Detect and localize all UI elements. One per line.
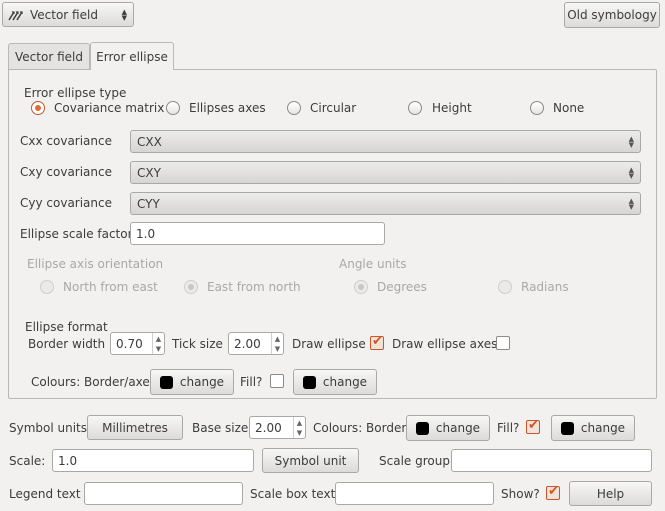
radio-north-from-east[interactable] [40,280,54,294]
cxx-covariance-value: CXX [137,134,162,149]
tab-error-ellipse[interactable]: Error ellipse [90,42,174,70]
ellipse-scale-factor-label: Ellipse scale factor [20,227,133,241]
change-label: change [435,421,481,435]
old-symbology-button[interactable]: Old symbology [564,2,660,28]
show-checkbox[interactable] [546,484,560,500]
border-colour-button[interactable]: change [406,415,490,441]
radio-none-label: None [553,101,585,115]
tick-size-value: 2.00 [234,336,261,351]
legend-text-label: Legend text [9,487,81,501]
fill-colour-button[interactable]: change [293,369,377,395]
radio-circular-label: Circular [310,101,357,115]
symbol-unit-button[interactable]: Symbol unit [262,448,359,473]
cxy-covariance-select[interactable]: CXY ▲ ▼ [130,161,641,184]
cxy-covariance-label: Cxy covariance [20,165,112,179]
ellipse-fill-checkbox[interactable] [270,374,284,388]
radio-radians[interactable] [498,280,512,294]
combo-arrows-icon: ▲ ▼ [628,165,634,180]
symbol-fill-checkbox[interactable] [526,418,540,434]
change-label: change [179,375,225,389]
base-size-spinbox[interactable]: 2.00 ▲ ▼ [249,416,306,439]
scale-group-input[interactable] [451,449,652,472]
radio-east-from-north-label: East from north [207,280,301,294]
tab-error-ellipse-label: Error ellipse [96,49,168,64]
show-label: Show? [501,487,540,501]
combo-arrows-icon: ▲ ▼ [628,196,634,211]
spin-arrows-icon[interactable]: ▲ ▼ [293,417,305,438]
draw-ellipse-axes-checkbox[interactable] [496,336,510,350]
spin-arrows-icon[interactable]: ▲ ▼ [271,333,283,354]
scale-box-text-label: Scale box text [250,487,336,501]
fill-label: Fill? [240,375,263,389]
border-width-spinbox[interactable]: 0.70 ▲ ▼ [110,332,165,355]
cyy-covariance-select[interactable]: CYY ▲ ▼ [130,192,641,215]
renderer-select-value: Vector field [30,7,98,22]
millimetres-button[interactable]: Millimetres [87,415,183,440]
radio-degrees[interactable] [354,280,368,294]
spin-arrows-icon[interactable]: ▲ ▼ [152,333,164,354]
tick-size-spinbox[interactable]: 2.00 ▲ ▼ [228,332,284,355]
cxy-covariance-value: CXY [137,165,161,180]
draw-ellipse-axes-label: Draw ellipse axes [392,337,498,351]
scale-box-text-input[interactable] [335,482,494,505]
symbol-fill-colour-button[interactable]: change [551,415,635,441]
border-axes-colour-button[interactable]: change [150,369,234,395]
scale-value: 1.0 [58,453,78,468]
radio-covariance-matrix[interactable] [31,101,45,115]
colours-border-label: Colours: Border [313,421,407,435]
cxx-covariance-label: Cxx covariance [20,134,112,148]
scale-group-label: Scale group [379,454,450,468]
draw-ellipse-label: Draw ellipse [292,337,366,351]
radio-none[interactable] [530,101,544,115]
ellipse-axis-orientation-heading: Ellipse axis orientation [27,257,164,271]
tick-size-label: Tick size [172,337,223,351]
combo-arrows-icon: ▲ ▼ [628,134,634,149]
symbol-units-label: Symbol units [9,421,88,435]
border-width-value: 0.70 [116,336,143,351]
tab-vector-field-label: Vector field [15,50,83,64]
radio-radians-label: Radians [521,280,569,294]
colour-swatch [159,375,173,389]
radio-height-label: Height [432,101,472,115]
renderer-select[interactable]: Vector field ▲ ▼ [2,2,134,27]
base-size-value: 2.00 [255,420,282,435]
base-size-label: Base size [192,421,249,435]
cyy-covariance-label: Cyy covariance [20,196,112,210]
scale-input[interactable]: 1.0 [52,449,254,472]
border-width-label: Border width [28,337,106,351]
colours-border-axes-label: Colours: Border/axes [31,375,157,389]
legend-text-input[interactable] [84,482,243,505]
radio-north-from-east-label: North from east [63,280,158,294]
combo-arrows-icon: ▲ ▼ [121,7,127,22]
radio-ellipses-axes[interactable] [166,101,180,115]
change-label: change [580,421,626,435]
change-label: change [322,375,368,389]
colour-swatch [560,421,574,435]
ellipse-format-heading: Ellipse format [25,320,108,334]
angle-units-heading: Angle units [339,257,407,271]
cxx-covariance-select[interactable]: CXX ▲ ▼ [130,130,641,153]
radio-height[interactable] [408,101,422,115]
cyy-covariance-value: CYY [137,196,160,211]
scale-label: Scale: [9,454,46,468]
radio-covariance-matrix-label: Covariance matrix [54,101,165,115]
ellipse-scale-factor-input[interactable]: 1.0 [130,222,385,245]
draw-ellipse-checkbox[interactable] [370,334,384,350]
radio-east-from-north[interactable] [184,280,198,294]
colour-swatch [302,375,316,389]
help-button[interactable]: Help [569,481,652,506]
error-ellipse-type-heading: Error ellipse type [24,86,127,100]
colour-swatch [415,421,429,435]
vector-field-icon [8,9,24,21]
symbol-fill-label: Fill? [497,421,520,435]
tab-vector-field[interactable]: Vector field [8,43,90,70]
ellipse-scale-factor-value: 1.0 [136,226,156,241]
radio-ellipses-axes-label: Ellipses axes [189,101,266,115]
radio-degrees-label: Degrees [377,280,427,294]
radio-circular[interactable] [287,101,301,115]
